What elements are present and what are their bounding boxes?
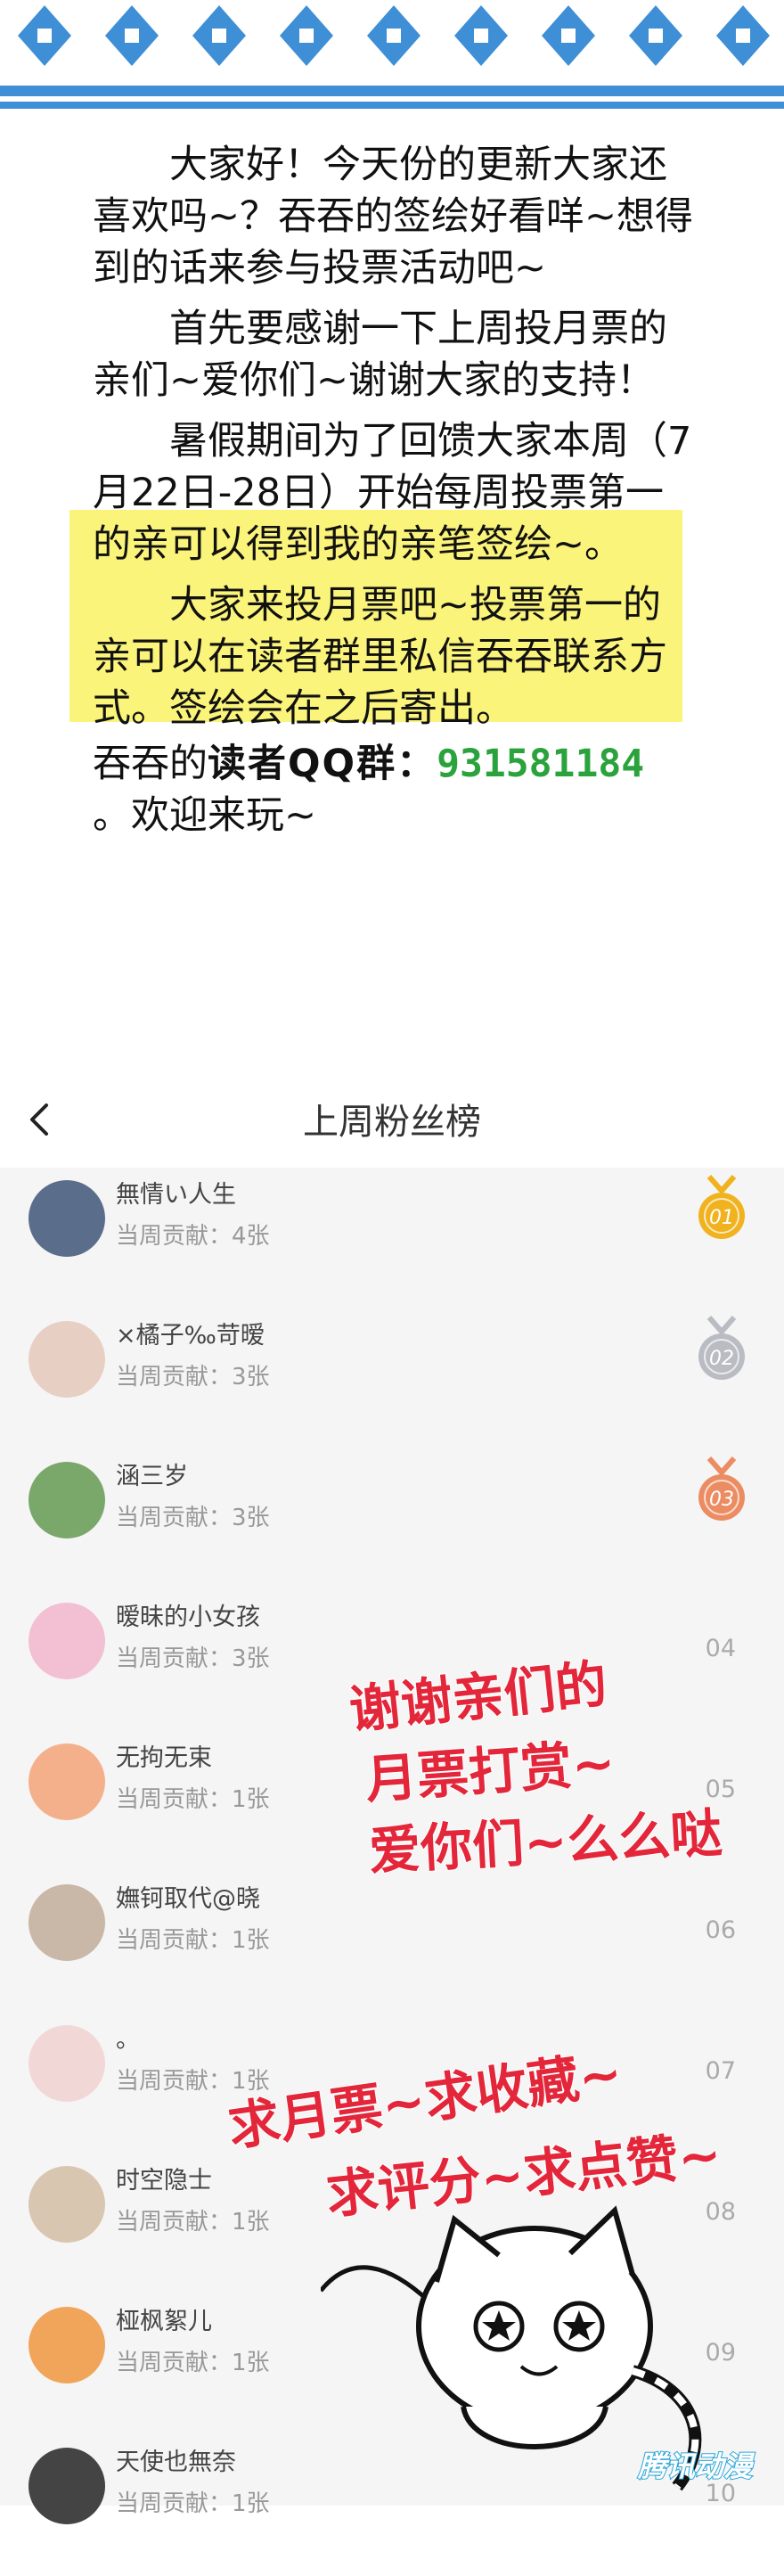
watermark-logo: 腾讯动漫 [637,2449,753,2484]
fan-contribution: 当周贡献：1张 [116,1786,270,1813]
fan-contribution: 当周贡献：3张 [116,1505,270,1531]
rank-number: 07 [705,2057,736,2085]
fan-ranking-title: 上周粉丝榜 [303,1102,481,1143]
fan-avatar[interactable] [29,1180,105,1257]
greeting-paragraph: 大家好！今天份的更新大家还喜欢吗~？吞吞的签绘好看咩~想得到的话来参与投票活动吧… [93,143,694,291]
welcome-text: 。欢迎来玩~ [93,793,317,838]
fan-avatar[interactable] [29,2166,105,2243]
banner-motif-center [125,29,139,43]
fan-contribution: 当周贡献：3张 [116,1364,270,1391]
fan-contribution: 当周贡献：1张 [116,2209,270,2236]
banner-motif-center [649,29,663,43]
fan-avatar[interactable] [29,1743,105,1820]
banner-motif-center [299,29,314,43]
fan-avatar[interactable] [29,1884,105,1961]
fan-name: 。 [116,2026,140,2054]
banner-motif-center [37,29,52,43]
fan-rank-row[interactable]: 涵三岁当周贡献：3张 03 [0,1449,784,1590]
fan-avatar[interactable] [29,2025,105,2102]
announcement-text: 大家好！今天份的更新大家还喜欢吗~？吞吞的签绘好看咩~想得到的话来参与投票活动吧… [93,139,698,841]
decorative-pattern-banner [0,0,784,116]
fan-ranking-header: 上周粉丝榜 [0,1070,784,1168]
fan-rank-row[interactable]: 嫵钶取代@晓 当周贡献：1张 06 [0,1872,784,2013]
fan-name: 暧昧的小女孩 [116,1604,260,1631]
rank-number: 04 [705,1635,736,1662]
banner-motif-center [736,29,750,43]
svg-text:01: 01 [709,1207,734,1229]
fan-name: 無情い人生 [116,1181,236,1209]
banner-motif-center [387,29,401,43]
rank-medal-icon: 03 [695,1456,748,1524]
rank-number: 06 [705,1916,736,1944]
fan-name: 嫵钶取代@晓 [116,1885,260,1913]
fan-avatar[interactable] [29,2307,105,2383]
vote-paragraph: 大家来投月票吧~投票第一的亲可以在读者群里私信吞吞联系方式。签绘会在之后寄出。 [93,583,667,731]
fan-name: 涵三岁 [116,1463,188,1490]
qq-group-number: 931581184 [437,742,645,786]
event-paragraph: 暑假期间为了回馈大家本周（7月22日-28日）开始每周投票第一的亲可以得到我的亲… [93,419,692,567]
fan-name: 天使也無奈 [116,2449,236,2476]
qq-prefix: 吞吞的 [93,742,208,786]
fan-contribution: 当周贡献：1张 [116,1927,270,1954]
fan-contribution: 当周贡献：3张 [116,1645,270,1672]
fan-avatar[interactable] [29,1462,105,1538]
fan-avatar[interactable] [29,1321,105,1398]
fan-name: 无拘无束 [116,1744,212,1772]
fan-contribution: 当周贡献：1张 [116,2490,270,2517]
qq-group-line: 吞吞的读者QQ群：931581184 [93,738,698,790]
banner-motif-center [474,29,488,43]
fan-name: ×橘子‰苛暧 [116,1322,265,1350]
rank-medal-icon: 02 [695,1316,748,1383]
fan-avatar[interactable] [29,1603,105,1679]
fan-contribution: 当周贡献：1张 [116,2350,270,2376]
qq-group-label: 读者QQ群： [208,742,437,786]
banner-motif-center [561,29,576,43]
fan-avatar[interactable] [29,2448,105,2524]
fan-rank-row[interactable]: 無情い人生当周贡献：4张 01 [0,1168,784,1309]
svg-text:02: 02 [709,1348,734,1370]
fan-name: 桠枫絮儿 [116,2308,212,2335]
fan-rank-row[interactable]: ×橘子‰苛暧 当周贡献：3张 02 [0,1309,784,1449]
fan-name: 时空隐士 [116,2167,212,2195]
svg-text:03: 03 [709,1489,734,1511]
rank-medal-icon: 01 [695,1175,748,1243]
thanks-paragraph: 首先要感谢一下上周投月票的亲们~爱你们~谢谢大家的支持！ [93,307,667,403]
fan-contribution: 当周贡献：4张 [116,1223,270,1250]
banner-motif-center [212,29,226,43]
